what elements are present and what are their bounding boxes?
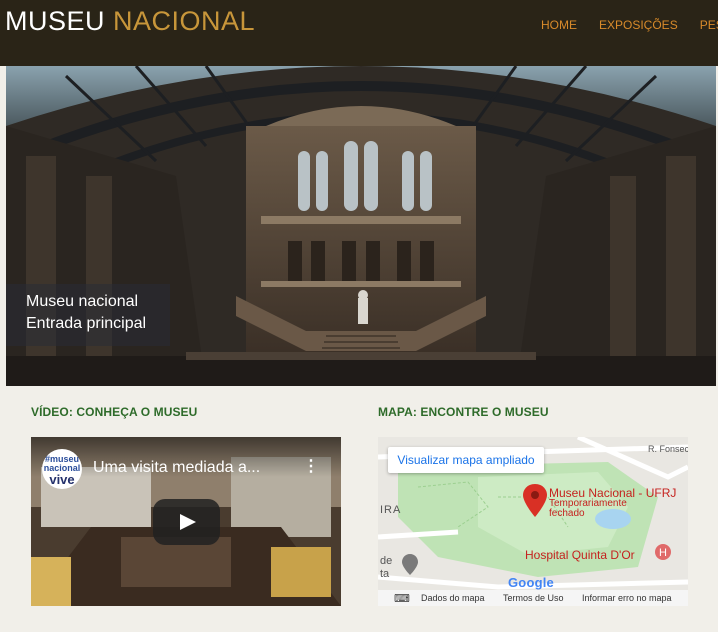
video-title[interactable]: Uma visita mediada a...	[93, 459, 260, 477]
main-nav: HOME EXPOSIÇÕES PES	[541, 18, 718, 32]
hero-image: Museu nacional Entrada principal	[6, 66, 716, 386]
hero-caption-line2: Entrada principal	[26, 315, 147, 332]
hero-caption: Museu nacional Entrada principal	[6, 284, 170, 346]
map-place-status: Temporariamente fechado	[549, 499, 627, 519]
site-logo[interactable]: MUSEU NACIONAL	[5, 6, 255, 37]
brand-main: MUSEU	[5, 6, 106, 36]
nav-home[interactable]: HOME	[541, 18, 577, 32]
map-area-label: IRA	[380, 504, 402, 516]
map-section-title: MAPA: ENCONTRE O MUSEU	[378, 405, 549, 419]
svg-text:H: H	[659, 547, 667, 559]
embedded-map[interactable]: H Visualizar mapa ampliado Museu Naciona…	[378, 437, 688, 606]
play-button[interactable]	[153, 499, 220, 545]
more-options-icon[interactable]: ⋮	[303, 459, 319, 475]
map-report-link[interactable]: Informar erro no mapa	[582, 593, 672, 603]
video-player[interactable]: #museu nacional vive Uma visita mediada …	[31, 437, 341, 606]
map-hospital-label[interactable]: Hospital Quinta D'Or	[525, 548, 635, 562]
map-terms-link[interactable]: Termos de Uso	[503, 593, 564, 603]
video-section-title: VÍDEO: CONHEÇA O MUSEU	[31, 405, 198, 419]
map-area-label-2: de	[380, 555, 393, 567]
nav-exposicoes[interactable]: EXPOSIÇÕES	[599, 18, 678, 32]
nav-pesquisa[interactable]: PES	[700, 18, 718, 32]
map-road-label: R. Fonseca	[648, 444, 688, 454]
keyboard-icon[interactable]: ⌨	[394, 592, 410, 605]
map-place-status-line2: fechado	[549, 508, 585, 519]
site-header: MUSEU NACIONAL HOME EXPOSIÇÕES PES	[0, 0, 718, 66]
google-logo-text: Google	[508, 575, 554, 590]
brand-accent: NACIONAL	[113, 6, 256, 36]
view-larger-map-link[interactable]: Visualizar mapa ampliado	[388, 447, 544, 473]
hero-caption-line1: Museu nacional	[26, 293, 139, 310]
channel-avatar[interactable]: #museu nacional vive	[42, 449, 82, 489]
google-logo: Google	[508, 575, 554, 590]
map-footer: ⌨ Dados do mapa Termos de Uso Informar e…	[378, 590, 688, 606]
channel-logo-line3: vive	[49, 472, 75, 487]
map-area-label-3: ta	[380, 568, 390, 580]
map-data-link[interactable]: Dados do mapa	[421, 593, 485, 603]
